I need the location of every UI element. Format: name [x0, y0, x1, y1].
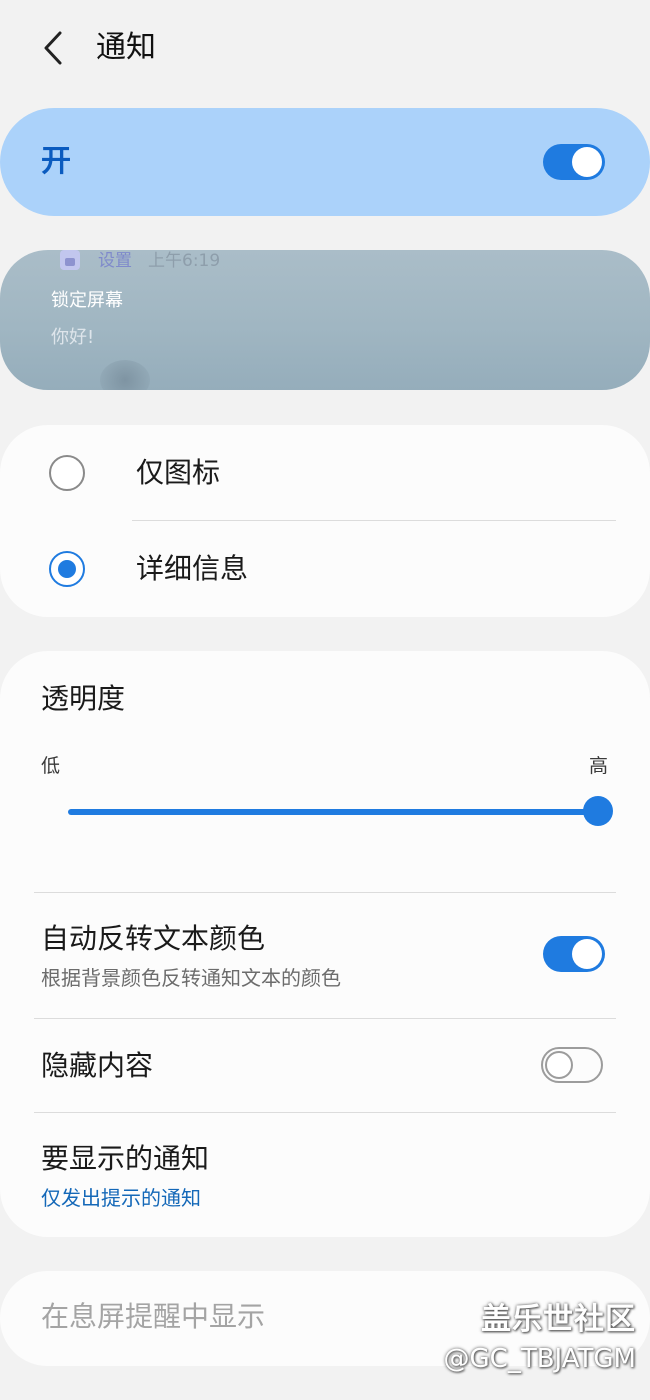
auto-invert-title: 自动反转文本颜色	[41, 922, 266, 955]
notifications-to-show-title: 要显示的通知	[41, 1142, 210, 1175]
aod-label: 在息屏提醒中显示	[41, 1300, 266, 1333]
hide-content-toggle[interactable]	[541, 1047, 603, 1083]
auto-invert-toggle[interactable]	[543, 936, 605, 972]
auto-invert-subtitle: 根据背景颜色反转通知文本的颜色	[41, 966, 341, 990]
watermark-brand: 盖乐世社区	[481, 1302, 636, 1337]
divider	[34, 892, 616, 893]
divider	[34, 1112, 616, 1113]
radio-option-detailed[interactable]: 详细信息	[0, 521, 650, 617]
settings-card: 透明度 低 高 自动反转文本颜色 根据背景颜色反转通知文本的颜色 隐藏内容 要显…	[0, 651, 650, 1237]
back-arrow-icon[interactable]	[40, 30, 70, 66]
page-title: 通知	[96, 30, 156, 65]
radio-button-checked[interactable]	[49, 551, 85, 587]
preview-title: 锁定屏幕	[51, 290, 123, 311]
watermark-handle: @GC_TBJATGM	[443, 1344, 636, 1374]
preview-body: 你好!	[51, 327, 95, 348]
toggle-knob	[572, 147, 602, 177]
settings-app-icon	[60, 250, 80, 270]
toggle-knob	[572, 939, 602, 969]
slider-min-label: 低	[41, 755, 61, 777]
transparency-slider[interactable]	[68, 796, 613, 826]
radio-button[interactable]	[49, 455, 85, 491]
preview-shadow	[100, 360, 150, 390]
radio-option-icons-only[interactable]: 仅图标	[0, 425, 650, 521]
divider	[34, 1018, 616, 1019]
top-bar: 通知	[0, 0, 650, 100]
master-switch-row[interactable]: 开	[0, 108, 650, 216]
hide-content-title: 隐藏内容	[41, 1049, 154, 1082]
display-style-card: 仅图标 详细信息	[0, 425, 650, 617]
master-toggle[interactable]	[543, 144, 605, 180]
radio-label-detailed: 详细信息	[136, 552, 249, 585]
preview-app-name: 设置	[98, 251, 132, 271]
master-switch-label: 开	[41, 144, 71, 179]
radio-label-icons-only: 仅图标	[136, 456, 221, 489]
slider-thumb[interactable]	[583, 796, 613, 826]
slider-max-label: 高	[588, 755, 608, 777]
toggle-knob	[545, 1051, 573, 1079]
preview-time: 上午6:19	[148, 251, 221, 271]
notification-preview: 设置 上午6:19 锁定屏幕 你好!	[0, 250, 650, 390]
transparency-title: 透明度	[41, 682, 126, 715]
notifications-to-show-value: 仅发出提示的通知	[41, 1186, 201, 1210]
